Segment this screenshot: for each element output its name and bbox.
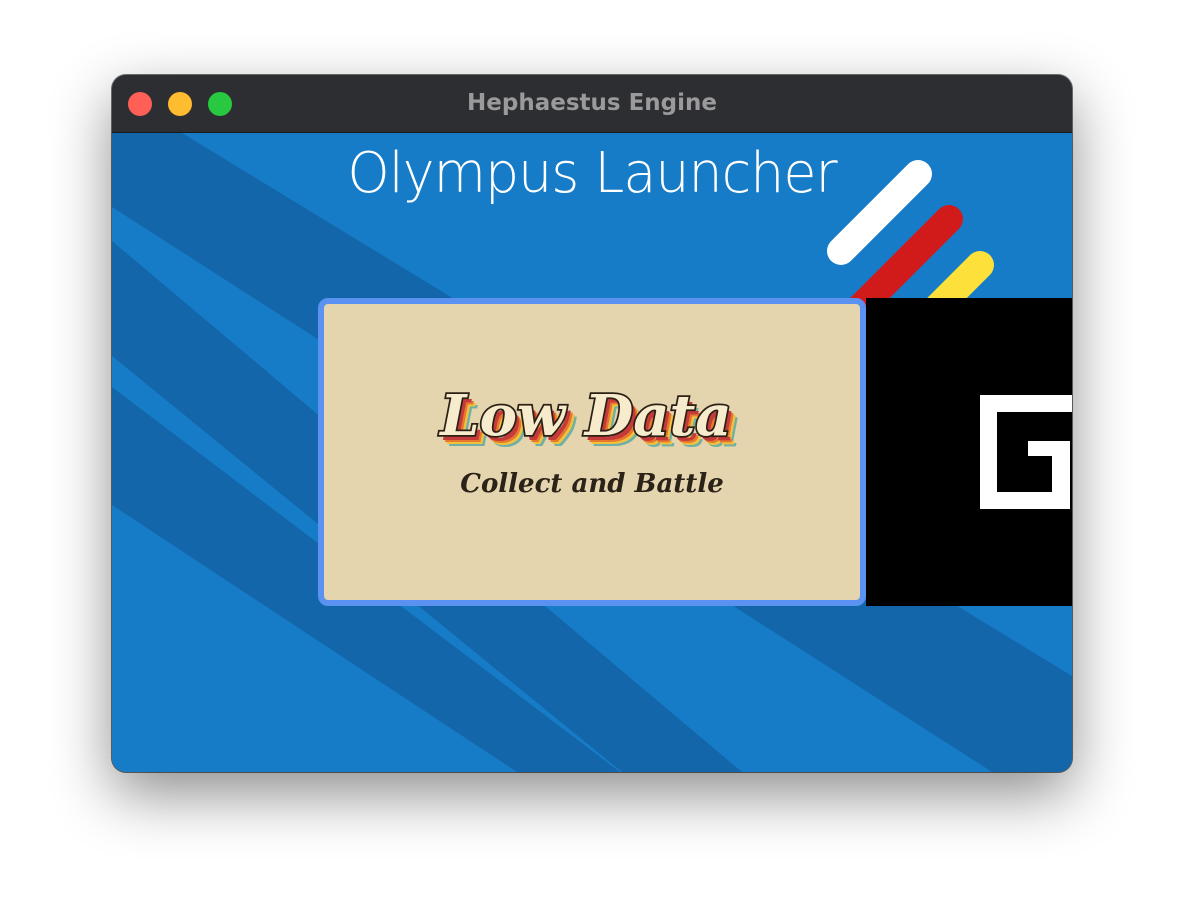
logo-title-group: Low Data Low Data Low Data Low Data Low …	[437, 381, 742, 460]
next-game-logo	[980, 395, 1072, 509]
launcher-title: Olympus Launcher	[347, 141, 837, 206]
app-window: Hephaestus Engine Olympus Launcher .logo…	[112, 75, 1072, 772]
game-subtitle: Collect and Battle	[460, 469, 723, 499]
window-title: Hephaestus Engine	[467, 90, 717, 116]
game-logo: .logo-main { font-family: "DejaVu Serif"…	[437, 381, 742, 499]
game-title: Low Data	[438, 383, 731, 449]
game-tile-next[interactable]	[866, 298, 1072, 606]
launcher-view: Olympus Launcher .logo-main { font-famil…	[112, 133, 1072, 772]
title-bar[interactable]: Hephaestus Engine	[112, 75, 1072, 133]
game-tile-selected[interactable]: .logo-main { font-family: "DejaVu Serif"…	[318, 298, 866, 606]
